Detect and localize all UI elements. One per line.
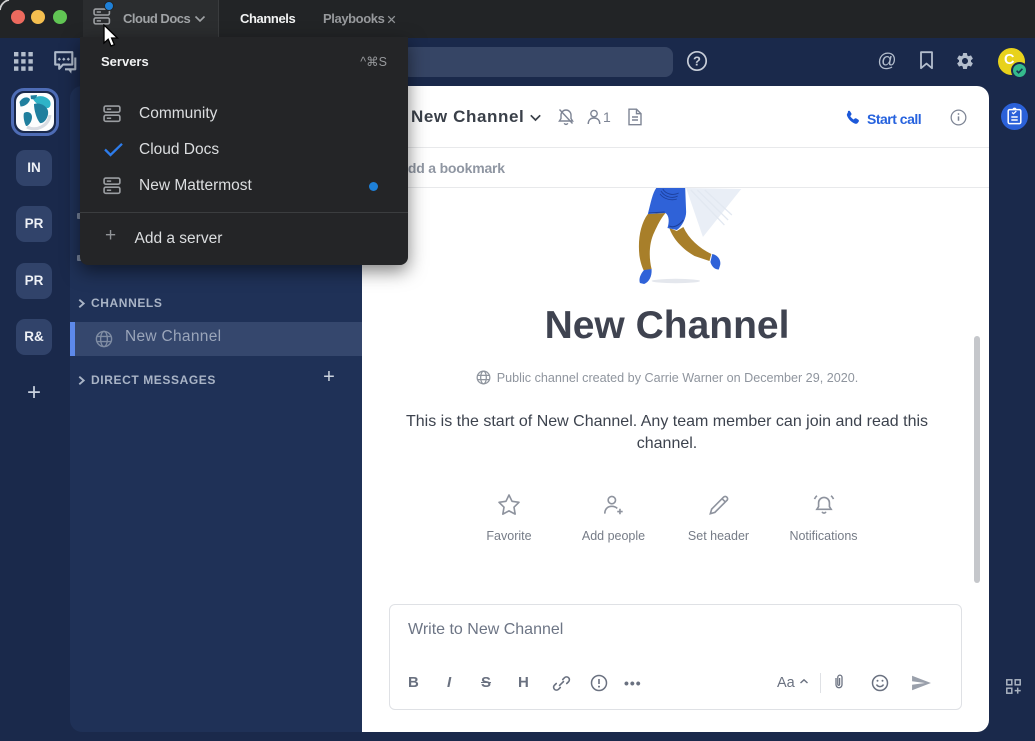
svg-text:?: ? <box>693 54 701 69</box>
svg-text:@: @ <box>877 51 896 72</box>
